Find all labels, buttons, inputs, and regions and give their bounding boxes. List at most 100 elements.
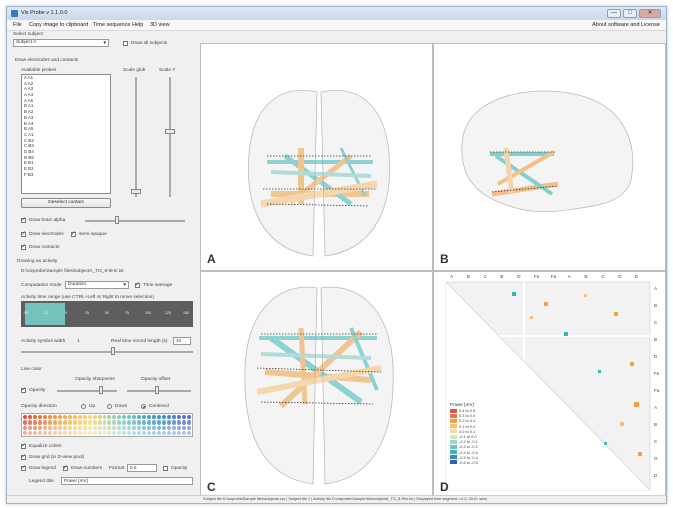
palette-swatch[interactable] (137, 425, 142, 430)
palette-swatch[interactable] (132, 425, 137, 430)
palette-swatch[interactable] (57, 420, 62, 425)
palette-swatch[interactable] (47, 425, 52, 430)
palette-swatch[interactable] (92, 425, 97, 430)
palette-swatch[interactable] (152, 430, 157, 435)
opacity-checkbox[interactable] (21, 386, 26, 393)
palette-swatch[interactable] (162, 415, 167, 420)
palette-swatch[interactable] (42, 420, 47, 425)
palette-swatch[interactable] (42, 430, 47, 435)
palette-swatch[interactable] (167, 425, 172, 430)
palette-swatch[interactable] (23, 415, 27, 420)
palette-swatch[interactable] (172, 425, 177, 430)
list-item[interactable]: F B3 (22, 172, 110, 178)
draw-legend-checkbox[interactable] (21, 464, 26, 471)
palette-swatch[interactable] (182, 415, 187, 420)
opacity-offset-slider-track[interactable] (127, 390, 191, 392)
palette-swatch[interactable] (187, 420, 191, 425)
palette-swatch[interactable] (47, 420, 52, 425)
opacity-right-checkbox[interactable] (163, 466, 168, 471)
palette-swatch[interactable] (142, 425, 147, 430)
color-palette[interactable] (21, 413, 193, 437)
direction-centered-radio[interactable] (141, 404, 146, 409)
menu-3d-view[interactable]: 3D view (150, 22, 170, 28)
palette-swatch[interactable] (142, 420, 147, 425)
close-button[interactable]: ✕ (639, 9, 661, 18)
palette-swatch[interactable] (167, 415, 172, 420)
palette-swatch[interactable] (27, 420, 32, 425)
palette-swatch[interactable] (92, 415, 97, 420)
palette-swatch[interactable] (82, 425, 87, 430)
palette-swatch[interactable] (112, 425, 117, 430)
palette-swatch[interactable] (142, 430, 147, 435)
palette-swatch[interactable] (167, 430, 172, 435)
palette-swatch[interactable] (67, 415, 72, 420)
palette-swatch[interactable] (122, 425, 127, 430)
menu-file[interactable]: File (13, 22, 22, 28)
palette-swatch[interactable] (97, 425, 102, 430)
palette-swatch[interactable] (152, 415, 157, 420)
palette-swatch[interactable] (152, 425, 157, 430)
palette-swatch[interactable] (107, 425, 112, 430)
palette-swatch[interactable] (142, 415, 147, 420)
draw-contacts-checkbox[interactable] (21, 243, 26, 250)
palette-swatch[interactable] (27, 415, 32, 420)
palette-swatch[interactable] (72, 415, 77, 420)
palette-swatch[interactable] (97, 415, 102, 420)
palette-swatch[interactable] (32, 420, 37, 425)
palette-swatch[interactable] (82, 415, 87, 420)
palette-swatch[interactable] (87, 425, 92, 430)
palette-swatch[interactable] (117, 430, 122, 435)
brain-alpha-slider-track[interactable] (85, 220, 185, 222)
palette-swatch[interactable] (32, 415, 37, 420)
view-d-connectivity-matrix[interactable]: A B C B D Fe Fa A B C O D A B C B D Fe Fa A B C O D Power [mV]… (433, 271, 666, 499)
semi-opaque-checkbox[interactable] (71, 230, 76, 237)
palette-swatch[interactable] (132, 430, 137, 435)
palette-swatch[interactable] (37, 415, 42, 420)
palette-swatch[interactable] (112, 415, 117, 420)
palette-swatch[interactable] (27, 425, 32, 430)
palette-swatch[interactable] (42, 415, 47, 420)
palette-swatch[interactable] (52, 430, 57, 435)
palette-swatch[interactable] (97, 430, 102, 435)
palette-swatch[interactable] (172, 415, 177, 420)
palette-swatch[interactable] (52, 415, 57, 420)
palette-swatch[interactable] (162, 420, 167, 425)
palette-swatch[interactable] (72, 430, 77, 435)
palette-swatch[interactable] (107, 420, 112, 425)
palette-swatch[interactable] (32, 430, 37, 435)
view-a-top-brain[interactable]: A (200, 43, 433, 271)
palette-swatch[interactable] (62, 425, 67, 430)
palette-swatch[interactable] (177, 420, 182, 425)
maximize-button[interactable]: □ (623, 9, 637, 18)
palette-swatch[interactable] (112, 420, 117, 425)
palette-swatch[interactable] (187, 430, 191, 435)
palette-swatch[interactable] (62, 420, 67, 425)
palette-swatch[interactable] (87, 430, 92, 435)
palette-swatch[interactable] (122, 430, 127, 435)
palette-swatch[interactable] (37, 425, 42, 430)
palette-swatch[interactable] (132, 420, 137, 425)
draw-grid-checkbox[interactable] (21, 453, 26, 460)
time-average-checkbox[interactable] (135, 281, 140, 288)
draw-numbers-checkbox[interactable] (63, 464, 68, 471)
palette-swatch[interactable] (147, 415, 152, 420)
palette-swatch[interactable] (162, 430, 167, 435)
palette-swatch[interactable] (62, 415, 67, 420)
palette-swatch[interactable] (57, 415, 62, 420)
brain-alpha-slider-thumb[interactable] (115, 216, 119, 224)
menu-about[interactable]: About software and License (592, 22, 660, 28)
palette-swatch[interactable] (62, 430, 67, 435)
palette-swatch[interactable] (52, 425, 57, 430)
symbol-width-slider-thumb[interactable] (111, 347, 115, 355)
palette-swatch[interactable] (177, 415, 182, 420)
scale-y-slider-thumb[interactable] (165, 129, 175, 134)
draw-brain-alpha-checkbox[interactable] (21, 216, 26, 223)
palette-swatch[interactable] (127, 420, 132, 425)
menu-time-sequence[interactable]: Time sequence (93, 22, 130, 28)
palette-swatch[interactable] (67, 425, 72, 430)
palette-swatch[interactable] (167, 420, 172, 425)
palette-swatch[interactable] (107, 430, 112, 435)
palette-swatch[interactable] (72, 425, 77, 430)
palette-swatch[interactable] (177, 430, 182, 435)
palette-swatch[interactable] (23, 425, 27, 430)
